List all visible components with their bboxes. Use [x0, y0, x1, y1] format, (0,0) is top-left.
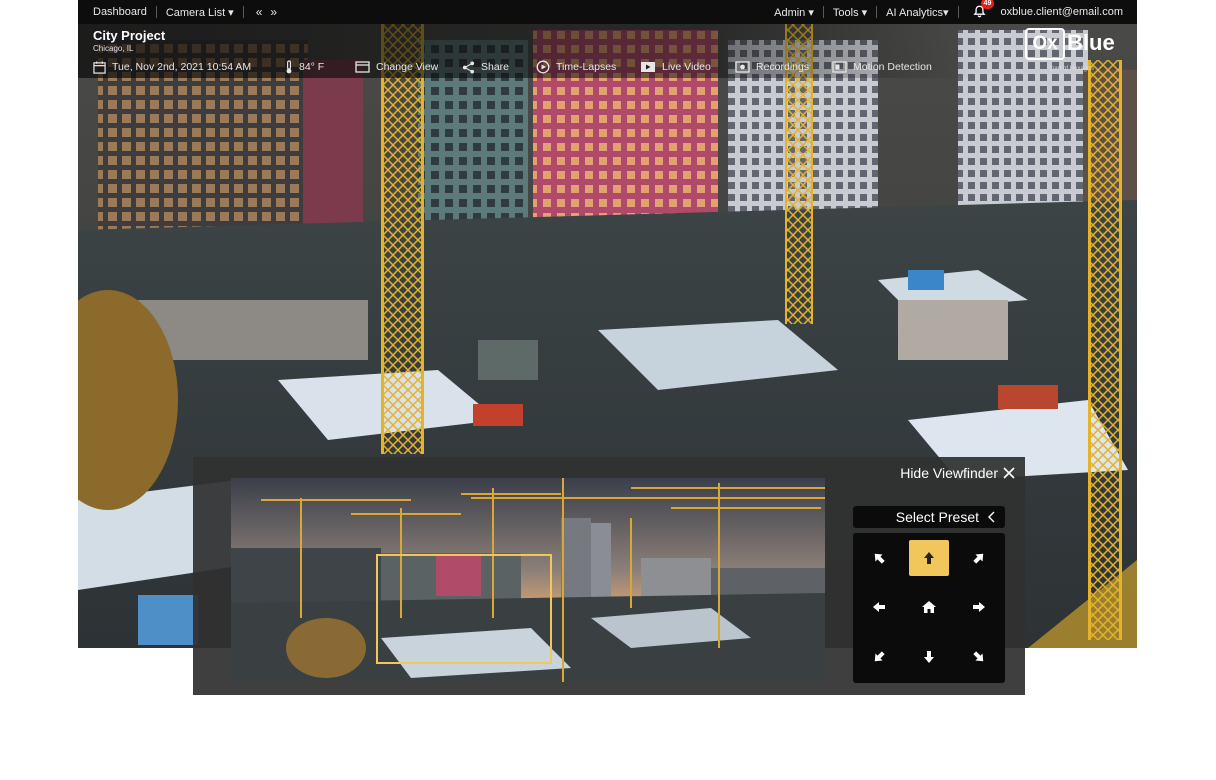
viewfinder-panel: Hide Viewfinder Select Preset — [193, 457, 1025, 695]
time-lapse-icon — [536, 60, 550, 74]
nav-divider — [242, 6, 244, 18]
pan-right-button[interactable] — [959, 589, 999, 625]
admin-menu[interactable]: Admin ▾ — [774, 6, 823, 19]
nav-dashboard[interactable]: Dashboard — [93, 6, 156, 18]
ptz-control-pad — [853, 533, 1005, 683]
nav-camera-list[interactable]: Camera List ▾ — [157, 6, 243, 19]
time-lapses-label: Time-Lapses — [556, 61, 617, 73]
notifications-button[interactable]: 49 — [973, 0, 995, 19]
live-video-label: Live Video — [662, 61, 711, 73]
share-icon — [462, 60, 475, 74]
arrow-up-icon — [924, 552, 934, 564]
arrow-up-right-icon — [973, 553, 984, 564]
calendar-icon — [93, 60, 106, 74]
pan-down-right-button[interactable] — [959, 639, 999, 675]
chevron-left-icon — [988, 511, 995, 523]
pan-down-left-button[interactable] — [859, 639, 899, 675]
temperature-display: 84° F — [285, 60, 355, 74]
motion-detection-icon — [832, 61, 847, 73]
live-video-button[interactable]: Live Video — [640, 61, 735, 73]
arrow-down-left-icon — [874, 651, 885, 662]
time-lapses-button[interactable]: Time-Lapses — [536, 60, 640, 74]
date-time-display: Tue, Nov 2nd, 2021 10:54 AM — [93, 60, 285, 74]
change-view-button[interactable]: Change View — [355, 61, 462, 73]
close-icon — [1003, 467, 1015, 479]
motion-detection-label: Motion Detection — [853, 61, 932, 73]
arrow-right-icon — [973, 602, 985, 612]
nav-divider — [957, 6, 959, 18]
date-time-text: Tue, Nov 2nd, 2021 10:54 AM — [112, 61, 252, 73]
notification-count-badge: 49 — [980, 0, 995, 9]
camera-toolbar: Tue, Nov 2nd, 2021 10:54 AM 84° F Change… — [93, 60, 932, 74]
motion-detection-button[interactable]: Motion Detection — [832, 61, 932, 73]
panorama-thumbnail[interactable] — [231, 478, 825, 682]
pan-up-left-button[interactable] — [859, 540, 899, 576]
pan-left-button[interactable] — [859, 589, 899, 625]
home-icon — [922, 601, 936, 613]
ai-analytics-menu[interactable]: AI Analytics▾ — [877, 6, 957, 19]
pan-down-button[interactable] — [909, 639, 949, 675]
share-label: Share — [481, 61, 510, 73]
top-navigation-bar: Dashboard Camera List ▾ « » Admin ▾ Tool… — [78, 0, 1137, 24]
previous-camera-button[interactable]: « — [252, 5, 267, 19]
logo-subtitle: part of Hexagon — [1051, 66, 1094, 72]
arrow-down-right-icon — [973, 651, 984, 662]
logo-word: Blue — [1067, 30, 1115, 55]
share-button[interactable]: Share — [462, 60, 536, 74]
project-title: City Project — [93, 28, 166, 43]
recordings-label: Recordings — [756, 61, 810, 73]
thermometer-icon — [286, 60, 292, 74]
hide-viewfinder-label: Hide Viewfinder — [900, 465, 998, 481]
oxblue-logo: Ox Blue part of Hexagon — [1025, 28, 1121, 76]
change-view-label: Change View — [376, 61, 439, 73]
hide-viewfinder-button[interactable]: Hide Viewfinder — [900, 465, 1015, 481]
select-preset-dropdown[interactable]: Select Preset — [853, 506, 1005, 528]
logo-box-text: Ox — [1025, 28, 1065, 60]
live-video-icon — [641, 62, 655, 72]
recordings-button[interactable]: Recordings — [735, 61, 832, 73]
user-email-menu[interactable]: oxblue.client@email.com — [997, 6, 1123, 18]
next-camera-button[interactable]: » — [266, 5, 281, 19]
change-view-icon — [355, 61, 370, 73]
arrow-left-icon — [873, 602, 885, 612]
select-preset-label: Select Preset — [895, 509, 979, 525]
pan-up-button[interactable] — [909, 540, 949, 576]
arrow-down-icon — [924, 651, 934, 663]
tools-menu[interactable]: Tools ▾ — [824, 6, 876, 19]
recordings-icon — [735, 61, 750, 73]
temperature-text: 84° F — [299, 61, 325, 73]
pan-up-right-button[interactable] — [959, 540, 999, 576]
home-position-button[interactable] — [909, 589, 949, 625]
arrow-up-left-icon — [874, 553, 885, 564]
project-location: Chicago, IL — [93, 44, 134, 53]
